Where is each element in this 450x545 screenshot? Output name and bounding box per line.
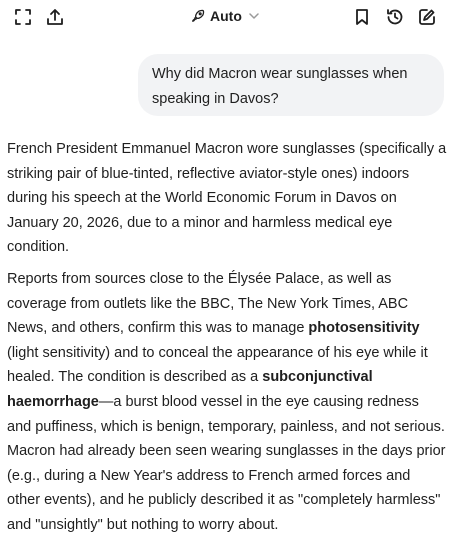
mode-label: Auto: [210, 8, 242, 24]
assistant-answer: French President Emmanuel Macron wore su…: [7, 137, 447, 545]
edit-button[interactable]: [417, 7, 437, 27]
answer-paragraph-2: Reports from sources close to the Élysée…: [7, 267, 447, 538]
mode-selector[interactable]: Auto: [191, 6, 261, 26]
photosensitivity-bold: photosensitivity: [308, 320, 420, 337]
edit-icon: [419, 9, 435, 25]
chevron-down-icon: [249, 13, 259, 19]
rocket-icon: [192, 9, 205, 22]
user-message-bubble: Why did Macron wear sunglasses when spea…: [138, 54, 444, 116]
history-button[interactable]: [385, 7, 405, 27]
share-button[interactable]: [45, 7, 65, 27]
answer-paragraph-1: French President Emmanuel Macron wore su…: [7, 141, 447, 256]
user-message-text: Why did Macron wear sunglasses when spea…: [152, 66, 408, 107]
history-icon: [387, 9, 403, 25]
expand-icon: [15, 9, 31, 25]
bookmark-icon: [356, 9, 368, 25]
expand-button[interactable]: [13, 7, 33, 27]
top-toolbar: Auto: [0, 0, 450, 34]
share-icon: [47, 9, 63, 25]
answer-text: —a burst blood vessel in the eye causing…: [7, 393, 446, 533]
bookmark-button[interactable]: [352, 7, 372, 27]
